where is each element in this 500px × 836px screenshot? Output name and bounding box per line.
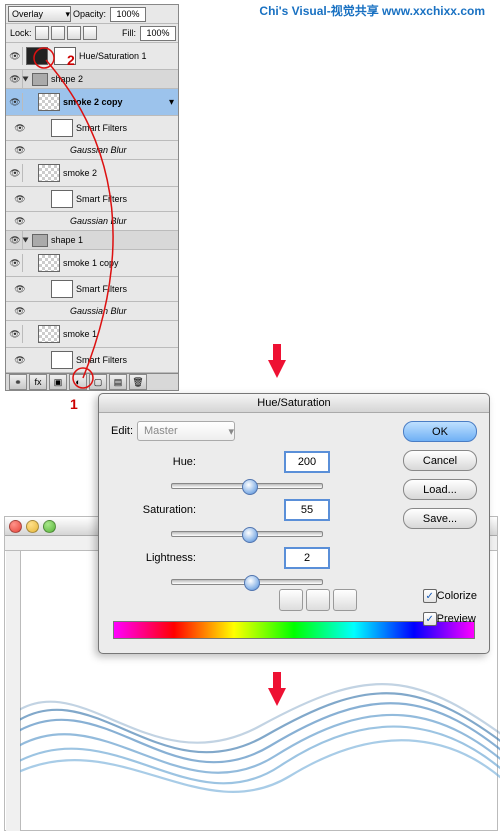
result-artwork <box>20 676 500 836</box>
zoom-icon[interactable] <box>43 520 56 533</box>
hue-label: Hue: <box>111 456 196 468</box>
color-spectrum <box>113 621 475 639</box>
load-button[interactable]: Load... <box>403 479 477 500</box>
fill-label: Fill: <box>122 28 136 38</box>
opacity-value[interactable]: 100% <box>110 7 146 22</box>
arrow-icon <box>268 688 286 706</box>
ruler-v <box>6 551 21 831</box>
annotation-curve <box>8 40 178 400</box>
preview-label: Preview <box>437 613 476 625</box>
eyedropper-add-icon[interactable] <box>306 589 330 611</box>
lock-all[interactable] <box>83 26 97 40</box>
lightness-slider[interactable] <box>171 579 323 585</box>
sat-slider[interactable] <box>171 531 323 537</box>
watermark-text: Chi's Visual-视觉共享 www.xxchixx.com <box>259 2 485 19</box>
eyedropper-sub-icon[interactable] <box>333 589 357 611</box>
close-icon[interactable] <box>9 520 22 533</box>
hue-field[interactable]: 200 <box>284 451 330 473</box>
arrow-icon <box>268 360 286 378</box>
opacity-label: Opacity: <box>73 9 106 19</box>
sat-label: Saturation: <box>111 504 196 516</box>
dialog-title: Hue/Saturation <box>99 394 489 413</box>
save-button[interactable]: Save... <box>403 508 477 529</box>
annotation-2: 2 <box>67 52 75 68</box>
colorize-checkbox[interactable]: ✓ <box>423 589 437 603</box>
sat-field[interactable]: 55 <box>284 499 330 521</box>
minimize-icon[interactable] <box>26 520 39 533</box>
lock-paint[interactable] <box>51 26 65 40</box>
cancel-button[interactable]: Cancel <box>403 450 477 471</box>
edit-label: Edit: <box>111 425 133 437</box>
hue-saturation-dialog: Hue/Saturation Edit: Master▾ Hue: 200 Sa… <box>98 393 490 654</box>
eyedropper-icon[interactable] <box>279 589 303 611</box>
blend-mode-select[interactable]: Overlay▾ <box>8 6 71 22</box>
hue-slider[interactable] <box>171 483 323 489</box>
lightness-field[interactable]: 2 <box>284 547 330 569</box>
lock-pos[interactable] <box>67 26 81 40</box>
lightness-label: Lightness: <box>111 552 196 564</box>
lock-label: Lock: <box>10 28 32 38</box>
annotation-1: 1 <box>70 396 78 412</box>
preview-checkbox[interactable]: ✓ <box>423 612 437 626</box>
colorize-label: Colorize <box>437 590 477 602</box>
ok-button[interactable]: OK <box>403 421 477 442</box>
edit-select[interactable]: Master▾ <box>137 421 235 441</box>
lock-transparency[interactable] <box>35 26 49 40</box>
fill-value[interactable]: 100% <box>140 26 176 41</box>
